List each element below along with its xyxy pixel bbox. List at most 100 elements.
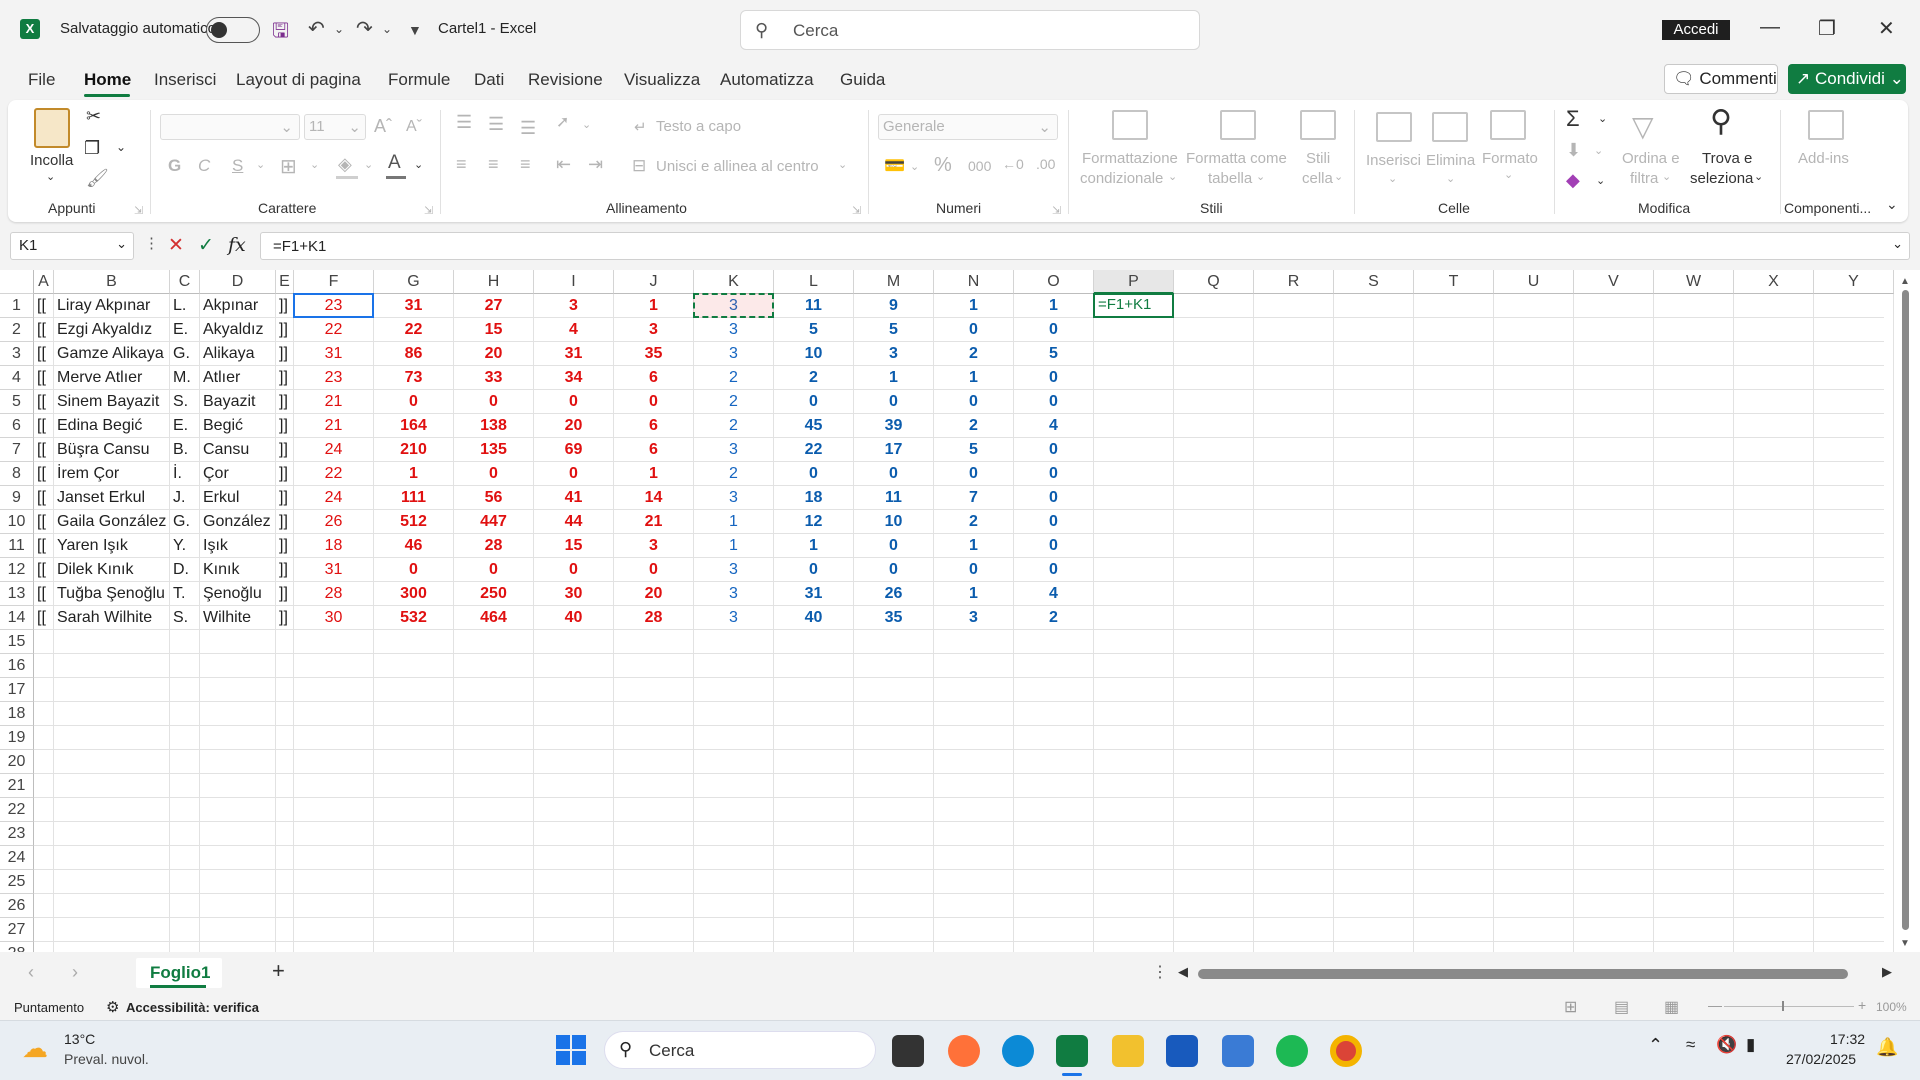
column-header-i[interactable]: I (534, 270, 614, 294)
referenced-cell-k1[interactable] (693, 293, 774, 318)
row-header-4[interactable]: 4 (0, 366, 34, 390)
cell-o11[interactable]: 0 (1014, 534, 1093, 558)
column-header-q[interactable]: Q (1174, 270, 1254, 294)
cell-c9[interactable]: J. (170, 486, 199, 510)
cell-k9[interactable]: 3 (694, 486, 773, 510)
cell-b6[interactable]: Edina Begić (54, 414, 169, 438)
cell-j12[interactable]: 0 (614, 558, 693, 582)
addins-label[interactable]: Add-ins (1798, 150, 1849, 167)
cell-b8[interactable]: İrem Çor (54, 462, 169, 486)
cell-o14[interactable]: 2 (1014, 606, 1093, 630)
cell-a13[interactable]: [[ (34, 582, 53, 606)
column-header-f[interactable]: F (294, 270, 374, 294)
cell-g11[interactable]: 46 (374, 534, 453, 558)
align-top-icon[interactable]: ☰ (456, 112, 472, 133)
cell-b4[interactable]: Merve Atlıer (54, 366, 169, 390)
cell-i5[interactable]: 0 (534, 390, 613, 414)
cell-f4[interactable]: 23 (294, 366, 373, 390)
cell-f12[interactable]: 31 (294, 558, 373, 582)
cell-f10[interactable]: 26 (294, 510, 373, 534)
row-header-1[interactable]: 1 (0, 294, 34, 318)
cell-a6[interactable]: [[ (34, 414, 53, 438)
cell-l8[interactable]: 0 (774, 462, 853, 486)
cell-f14[interactable]: 30 (294, 606, 373, 630)
column-header-a[interactable]: A (34, 270, 54, 294)
row-header-25[interactable]: 25 (0, 870, 34, 894)
active-cell-p1[interactable]: =F1+K1 (1093, 293, 1174, 318)
cell-n10[interactable]: 2 (934, 510, 1013, 534)
column-header-t[interactable]: T (1414, 270, 1494, 294)
wifi-icon[interactable]: ≈ (1686, 1035, 1695, 1055)
cell-e9[interactable]: ]] (276, 486, 293, 510)
cell-n8[interactable]: 0 (934, 462, 1013, 486)
restore-icon[interactable]: ❐ (1818, 16, 1836, 41)
column-header-p[interactable]: P (1094, 270, 1174, 294)
cell-f7[interactable]: 24 (294, 438, 373, 462)
cell-d4[interactable]: Atlıer (200, 366, 275, 390)
cell-l13[interactable]: 31 (774, 582, 853, 606)
delete-cells-label[interactable]: Elimina (1426, 152, 1475, 169)
accounting-dropdown-icon[interactable]: ⌄ (910, 160, 919, 173)
find-select-label-2[interactable]: seleziona (1690, 170, 1753, 187)
customize-qat-icon[interactable]: ▼ (408, 22, 422, 38)
cell-m10[interactable]: 10 (854, 510, 933, 534)
font-color-icon[interactable]: A (388, 152, 401, 174)
italic-button[interactable]: C (198, 156, 210, 176)
battery-icon[interactable]: ▮ (1746, 1035, 1755, 1055)
cell-h1[interactable]: 27 (454, 294, 533, 318)
name-box-dropdown-icon[interactable]: ⌄ (116, 236, 127, 252)
cell-j8[interactable]: 1 (614, 462, 693, 486)
column-header-y[interactable]: Y (1814, 270, 1894, 294)
search-box[interactable]: ⚲ Cerca (740, 10, 1200, 50)
cell-b10[interactable]: Gaila González (54, 510, 169, 534)
zoom-level[interactable]: 100% (1876, 1000, 1907, 1014)
cell-n7[interactable]: 5 (934, 438, 1013, 462)
tab-file[interactable]: File (28, 70, 55, 90)
fill-dropdown-icon[interactable]: ⌄ (1594, 144, 1603, 157)
cell-n1[interactable]: 1 (934, 294, 1013, 318)
cell-i13[interactable]: 30 (534, 582, 613, 606)
cell-d9[interactable]: Erkul (200, 486, 275, 510)
cell-j4[interactable]: 6 (614, 366, 693, 390)
share-button[interactable]: ↗ Condividi ⌄ (1788, 64, 1906, 94)
cell-m9[interactable]: 11 (854, 486, 933, 510)
cell-g6[interactable]: 164 (374, 414, 453, 438)
clear-dropdown-icon[interactable]: ⌄ (1596, 174, 1605, 187)
cell-m8[interactable]: 0 (854, 462, 933, 486)
cell-d12[interactable]: Kınık (200, 558, 275, 582)
increase-indent-icon[interactable]: ⇥ (588, 154, 603, 175)
cell-h14[interactable]: 464 (454, 606, 533, 630)
volume-muted-icon[interactable]: 🔇 (1716, 1035, 1737, 1055)
cell-e13[interactable]: ]] (276, 582, 293, 606)
cell-o9[interactable]: 0 (1014, 486, 1093, 510)
align-center-icon[interactable]: ≡ (488, 154, 499, 175)
cell-c14[interactable]: S. (170, 606, 199, 630)
column-header-u[interactable]: U (1494, 270, 1574, 294)
cell-a8[interactable]: [[ (34, 462, 53, 486)
cell-e3[interactable]: ]] (276, 342, 293, 366)
column-header-d[interactable]: D (200, 270, 276, 294)
cell-n11[interactable]: 1 (934, 534, 1013, 558)
cell-i6[interactable]: 20 (534, 414, 613, 438)
row-header-12[interactable]: 12 (0, 558, 34, 582)
row-header-3[interactable]: 3 (0, 342, 34, 366)
tab-view[interactable]: Visualizza (624, 70, 700, 90)
format-as-table-icon[interactable] (1220, 110, 1256, 140)
cell-o13[interactable]: 4 (1014, 582, 1093, 606)
align-bottom-icon[interactable]: ☰ (520, 118, 536, 139)
cell-j2[interactable]: 3 (614, 318, 693, 342)
number-format-box[interactable]: Generale ⌄ (878, 114, 1058, 140)
cell-a1[interactable]: [[ (34, 294, 53, 318)
cond-format-dropdown-icon[interactable]: ⌄ (1168, 170, 1177, 183)
cell-f13[interactable]: 28 (294, 582, 373, 606)
cell-f2[interactable]: 22 (294, 318, 373, 342)
cell-i4[interactable]: 34 (534, 366, 613, 390)
alignment-launcher-icon[interactable]: ⇲ (852, 204, 861, 217)
comma-style-icon[interactable]: 000 (968, 158, 991, 174)
cell-d1[interactable]: Akpınar (200, 294, 275, 318)
tab-automate[interactable]: Automatizza (720, 70, 814, 90)
format-dropdown-icon[interactable]: ⌄ (1504, 168, 1513, 181)
find-select-icon[interactable]: ⚲ (1710, 104, 1732, 139)
select-all-corner[interactable] (0, 270, 34, 294)
cell-b9[interactable]: Janset Erkul (54, 486, 169, 510)
